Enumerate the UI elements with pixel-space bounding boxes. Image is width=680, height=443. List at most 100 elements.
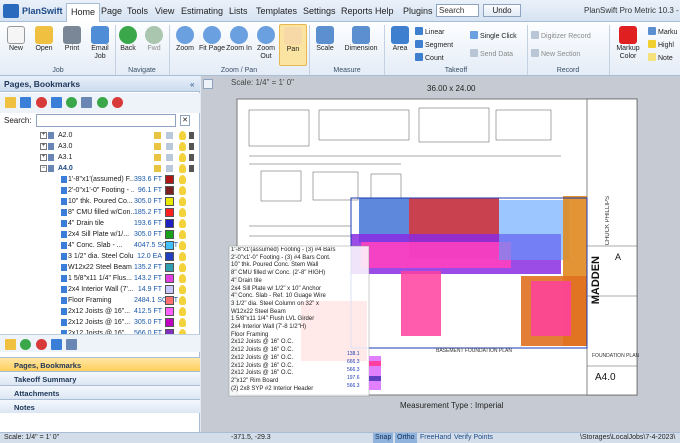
menu-reports[interactable]: Reports: [341, 6, 373, 16]
zoom-out-button[interactable]: Zoom Out: [252, 24, 280, 66]
takeoff-item-row[interactable]: W12x22 Steel Beam 135.2 FT: [0, 262, 200, 273]
nav-attachments[interactable]: Attachments: [0, 385, 200, 399]
page-row-a3-1[interactable]: + A3.1: [0, 152, 200, 163]
visibility-bulb-icon[interactable]: [179, 142, 186, 151]
visibility-bulb-icon[interactable]: [179, 186, 186, 195]
takeoff-item-row[interactable]: 2x4 Interior Wall (7'... 14.9 FT: [0, 284, 200, 295]
linear-button[interactable]: Linear: [415, 27, 444, 36]
count-button[interactable]: Count: [415, 53, 444, 62]
properties-icon[interactable]: [51, 339, 62, 350]
takeoff-item-row[interactable]: 2x4 Sill Plate w/1/... 305.0 FT: [0, 229, 200, 240]
zoom-in-button[interactable]: Zoom In: [225, 24, 253, 66]
move-icon[interactable]: [189, 154, 194, 161]
takeoff-item-row[interactable]: 8" CMU filled w/Con... 185.2 FT: [0, 207, 200, 218]
back-button[interactable]: Back: [114, 24, 142, 66]
open-button[interactable]: Open: [30, 24, 58, 66]
remove-icon[interactable]: [112, 97, 123, 108]
bookmark-icon[interactable]: [66, 339, 77, 350]
add-icon[interactable]: [20, 339, 31, 350]
menu-page[interactable]: Page: [101, 6, 122, 16]
dimension-button[interactable]: Dimension: [341, 24, 381, 66]
folder-icon[interactable]: [5, 339, 16, 350]
email-job-button[interactable]: Email Job: [86, 24, 114, 66]
markup-color-button[interactable]: Markup Color: [612, 24, 644, 66]
visibility-bulb-icon[interactable]: [179, 164, 186, 173]
visibility-bulb-icon[interactable]: [179, 296, 186, 305]
digitizer-record-button[interactable]: Digitizer Record: [531, 31, 591, 40]
add-page-icon[interactable]: [20, 97, 31, 108]
visibility-bulb-icon[interactable]: [179, 263, 186, 272]
delete-icon[interactable]: [36, 97, 47, 108]
fit-page-button[interactable]: Fit Page: [198, 24, 226, 66]
search-input[interactable]: Search: [436, 4, 479, 17]
color-swatch[interactable]: [165, 274, 174, 283]
color-swatch[interactable]: [165, 318, 174, 327]
menu-home[interactable]: Home: [66, 3, 101, 22]
color-swatch[interactable]: [165, 197, 174, 206]
color-swatch[interactable]: [165, 252, 174, 261]
pan-button[interactable]: Pan: [279, 24, 307, 66]
visibility-bulb-icon[interactable]: [179, 197, 186, 206]
expand-icon[interactable]: +: [40, 143, 47, 150]
properties-icon[interactable]: [51, 97, 62, 108]
forward-button[interactable]: Fwd: [140, 24, 168, 66]
ortho-toggle[interactable]: Ortho: [395, 433, 417, 443]
color-swatch[interactable]: [165, 241, 174, 250]
page-row-a2[interactable]: + A2.0: [0, 130, 200, 141]
move-icon[interactable]: [189, 165, 194, 172]
visibility-bulb-icon[interactable]: [179, 219, 186, 228]
menu-templates[interactable]: Templates: [256, 6, 297, 16]
takeoff-item-row[interactable]: 2x12 Joists @ 16"... 305.0 FT: [0, 317, 200, 328]
move-icon[interactable]: [189, 132, 194, 139]
visibility-bulb-icon[interactable]: [179, 131, 186, 140]
takeoff-item-row[interactable]: 1 5/8"x11 1/4" Flus... 143.2 FT: [0, 273, 200, 284]
takeoff-item-row[interactable]: 2'-0"x1'-0" Footing - ... 96.1 FT: [0, 185, 200, 196]
new-section-button[interactable]: New Section: [531, 49, 580, 58]
visibility-bulb-icon[interactable]: [179, 252, 186, 261]
menu-view[interactable]: View: [155, 6, 174, 16]
refresh-icon[interactable]: [66, 97, 77, 108]
send-data-button[interactable]: Send Data: [470, 49, 513, 58]
panel-search-input[interactable]: [36, 114, 176, 127]
collapse-icon[interactable]: −: [40, 165, 47, 172]
verify-points-toggle[interactable]: Verify Points: [452, 433, 495, 443]
zoom-button[interactable]: Zoom: [171, 24, 199, 66]
markup-button[interactable]: Marku: [648, 27, 677, 36]
area-button[interactable]: Area: [386, 24, 414, 66]
delete-icon[interactable]: [36, 339, 47, 350]
color-swatch[interactable]: [165, 208, 174, 217]
scale-button[interactable]: Scale: [311, 24, 339, 66]
visibility-bulb-icon[interactable]: [179, 318, 186, 327]
visibility-bulb-icon[interactable]: [179, 175, 186, 184]
menu-plugins[interactable]: Plugins: [403, 6, 433, 16]
nav-notes[interactable]: Notes: [0, 399, 200, 413]
nav-takeoff-summary[interactable]: Takeoff Summary: [0, 371, 200, 385]
menu-estimating[interactable]: Estimating: [181, 6, 223, 16]
menu-lists[interactable]: Lists: [229, 6, 248, 16]
visibility-bulb-icon[interactable]: [179, 307, 186, 316]
menu-help[interactable]: Help: [375, 6, 394, 16]
visibility-bulb-icon[interactable]: [179, 285, 186, 294]
takeoff-item-row[interactable]: Floor Framing 2484.1 SQ FT: [0, 295, 200, 306]
visibility-bulb-icon[interactable]: [179, 153, 186, 162]
segment-button[interactable]: Segment: [415, 40, 453, 49]
visibility-bulb-icon[interactable]: [179, 241, 186, 250]
expand-icon[interactable]: +: [40, 154, 47, 161]
takeoff-item-row[interactable]: 4" Drain tile 193.6 FT: [0, 218, 200, 229]
takeoff-item-row[interactable]: 4" Conc. Slab - ... 4047.5 SQ FT: [0, 240, 200, 251]
new-button[interactable]: New: [2, 24, 30, 66]
single-click-button[interactable]: Single Click: [470, 31, 517, 40]
note-button[interactable]: Note: [648, 53, 673, 62]
menu-settings[interactable]: Settings: [303, 6, 336, 16]
color-swatch[interactable]: [165, 307, 174, 316]
color-swatch[interactable]: [165, 175, 174, 184]
page-row-a4[interactable]: − A4.0: [0, 163, 200, 174]
color-swatch[interactable]: [165, 230, 174, 239]
visibility-bulb-icon[interactable]: [179, 208, 186, 217]
menu-tools[interactable]: Tools: [127, 6, 148, 16]
bookmark-icon[interactable]: [81, 97, 92, 108]
move-icon[interactable]: [189, 143, 194, 150]
color-swatch[interactable]: [165, 263, 174, 272]
takeoff-item-row[interactable]: 1'-8"x1'(assumed) F... 393.6 FT: [0, 174, 200, 185]
drawing-canvas[interactable]: Scale: 1/4" = 1' 0" 36.00 x 24.00 1'-8"x…: [201, 76, 680, 432]
